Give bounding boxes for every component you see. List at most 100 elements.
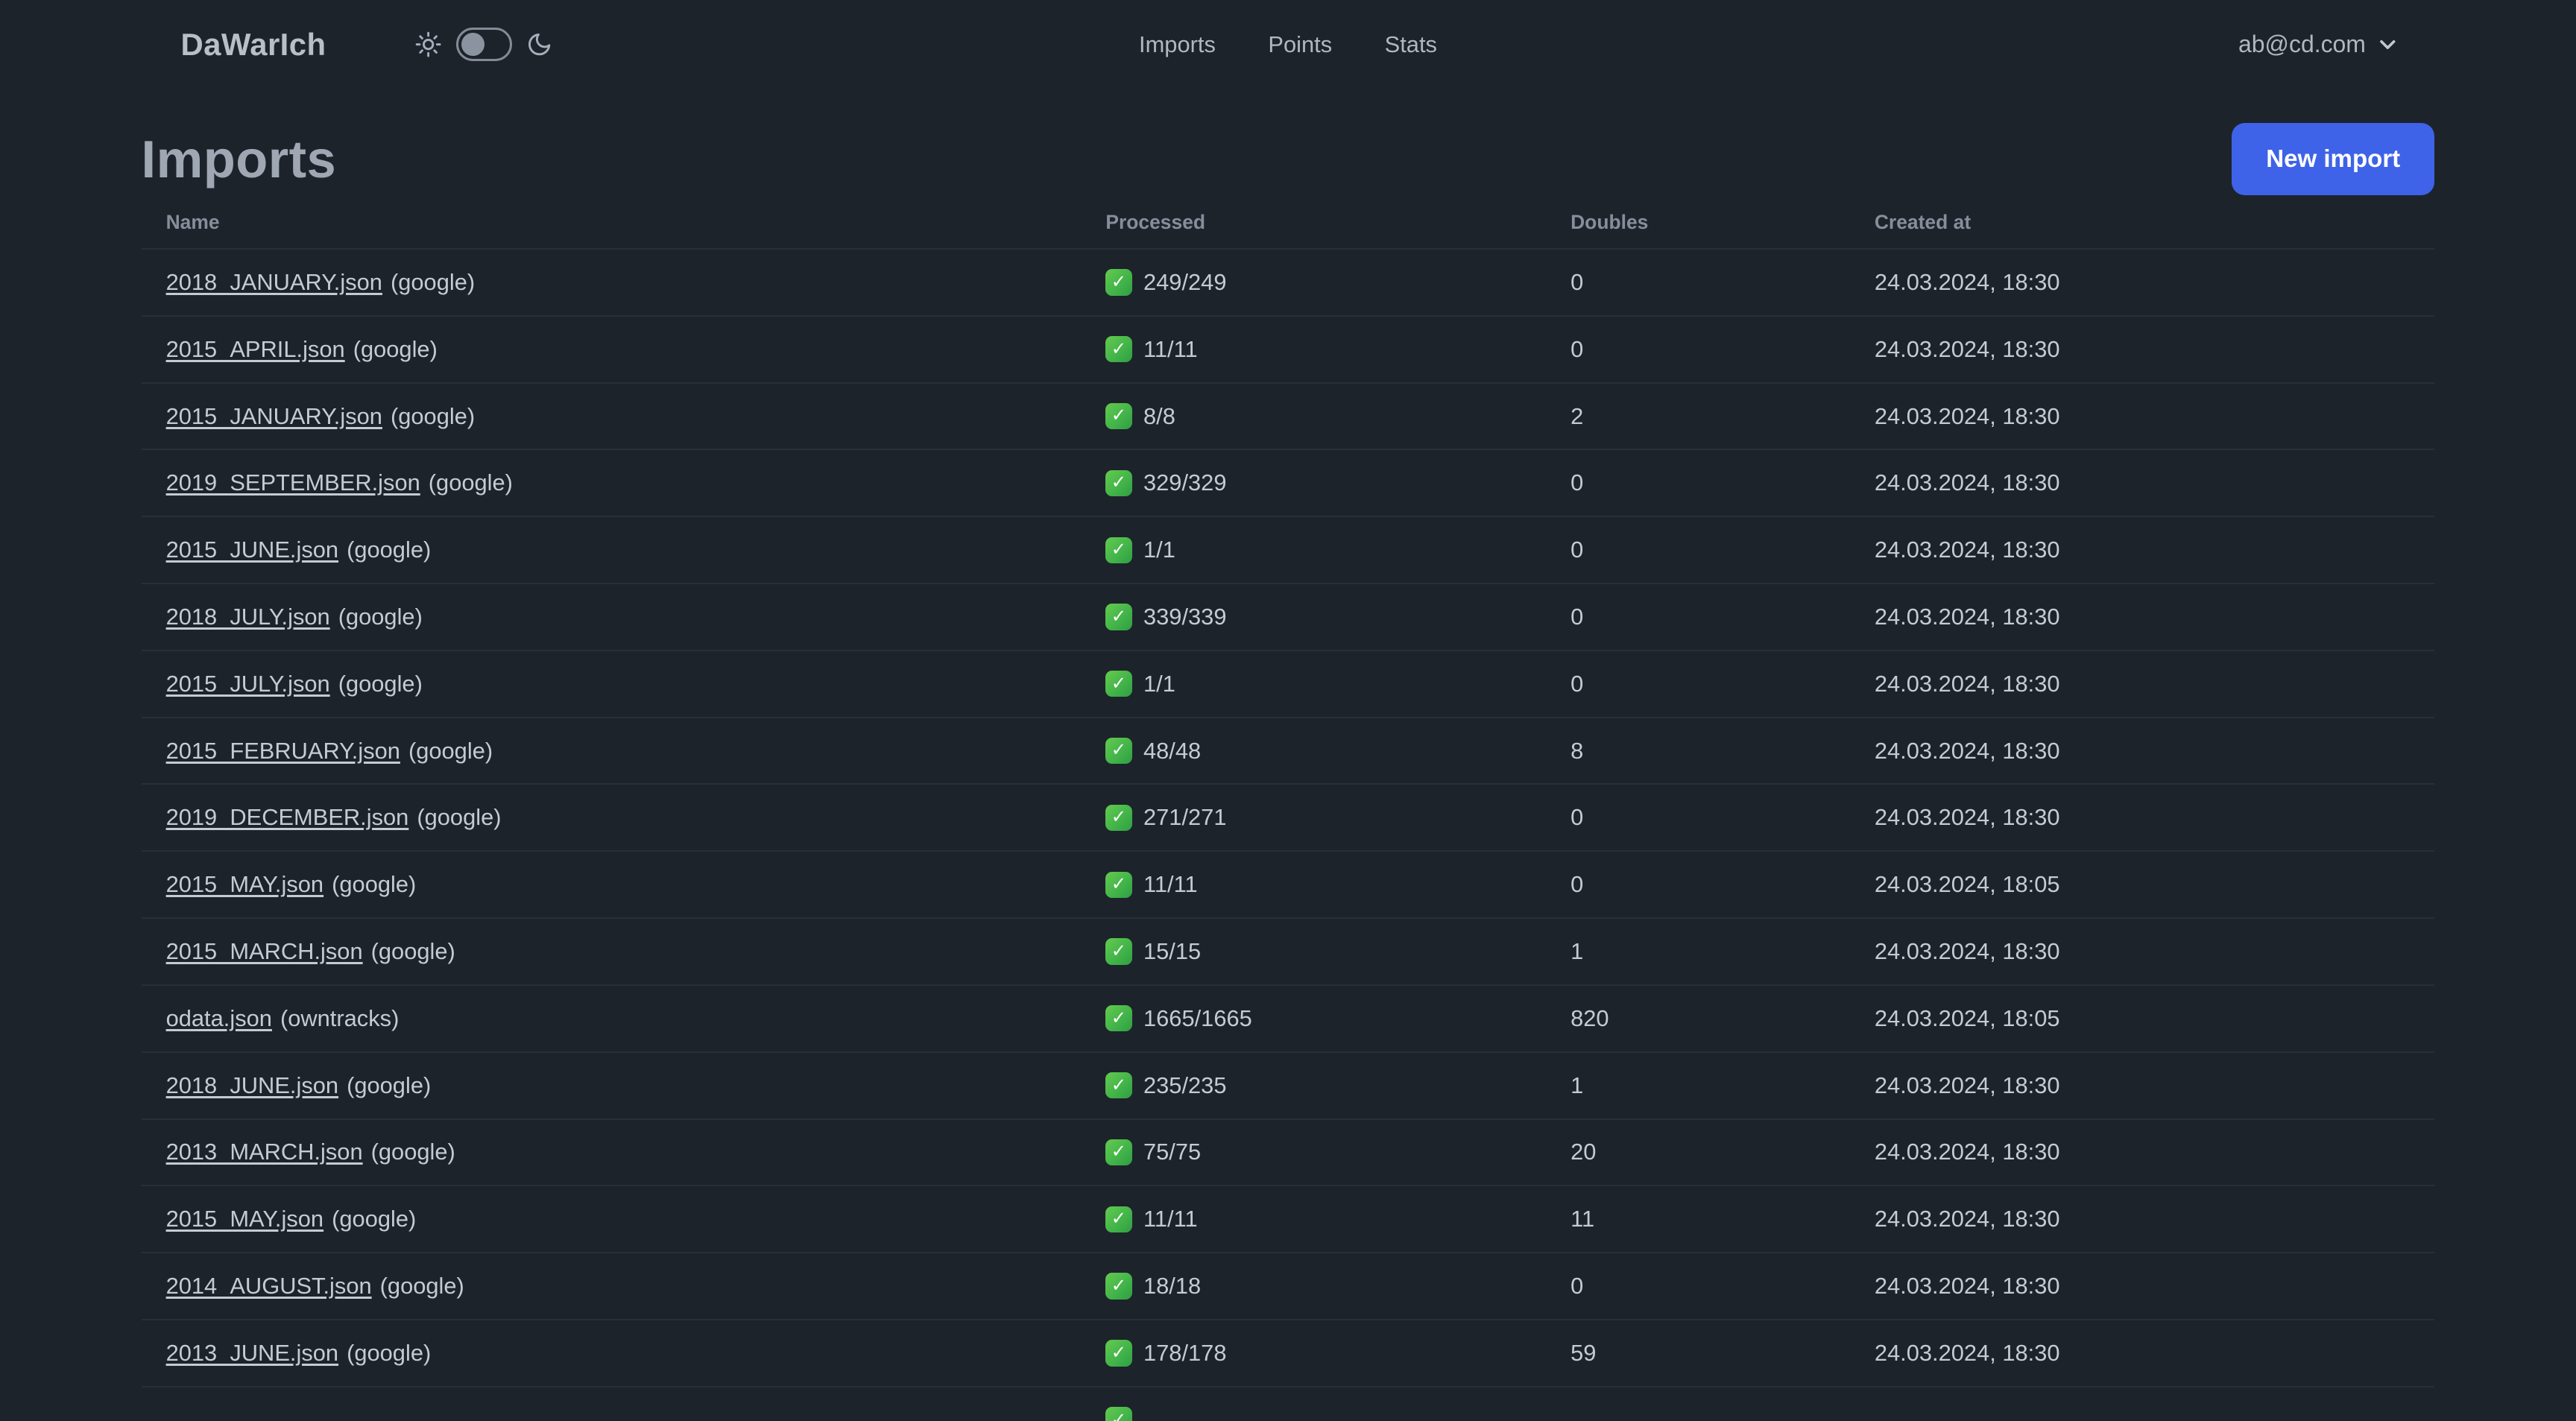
import-file-link[interactable]: 2015_JULY.json xyxy=(166,671,330,697)
import-file-link[interactable]: 2014_AUGUST.json xyxy=(166,1273,372,1299)
processed-cell: ✓ 1665/1665 xyxy=(1105,1005,1570,1032)
created-at-cell: 24.03.2024, 18:30 xyxy=(1874,1339,2060,1366)
user-email: ab@cd.com xyxy=(2238,31,2366,57)
chevron-down-icon xyxy=(2377,34,2399,55)
table-row: 2018_JANUARY.json (google) ✓ 249/249 0 24… xyxy=(141,250,2435,317)
processed-cell: ✓ 249/249 xyxy=(1105,269,1570,296)
processed-count: 178/178 xyxy=(1143,1339,1227,1366)
nav-stats[interactable]: Stats xyxy=(1385,31,1437,58)
new-import-button[interactable]: New import xyxy=(2231,123,2435,196)
processed-cell: ✓ 75/75 xyxy=(1105,1139,1570,1166)
processed-cell: ✓ 11/11 xyxy=(1105,871,1570,898)
import-file-link[interactable]: 2013_JUNE.json xyxy=(166,1340,338,1366)
import-source: (google) xyxy=(347,537,432,563)
table-row: 2013_MARCH.json (google) ✓ 75/75 20 24.03… xyxy=(141,1120,2435,1187)
doubles-cell: 1 xyxy=(1570,938,1584,965)
import-source: (google) xyxy=(370,938,455,965)
main-nav: Imports Points Stats xyxy=(1139,31,1437,58)
table-row: odata.json (owntracks) ✓ 1665/1665 820 24… xyxy=(141,986,2435,1053)
import-file-link[interactable]: 2015_MAY.json xyxy=(166,1206,324,1232)
import-source: (google) xyxy=(408,737,493,764)
column-header-doubles: Doubles xyxy=(1570,211,1649,234)
name-cell: 2013_MARCH.json (google) xyxy=(166,1139,1106,1165)
table-header: Name Processed Doubles Created at xyxy=(141,197,2435,250)
nav-points[interactable]: Points xyxy=(1268,31,1332,58)
name-cell: 2018_JUNE.json (google) xyxy=(166,1072,1106,1099)
import-file-link[interactable]: 2015_JUNE.json xyxy=(166,537,338,563)
table-row: 2015_MAY.json (google) ✓ 11/11 11 24.03.2… xyxy=(141,1186,2435,1254)
import-file-link[interactable]: 2018_JUNE.json xyxy=(166,1072,338,1098)
created-at-cell: 24.03.2024, 18:30 xyxy=(1874,1273,2060,1300)
processed-count: 11/11 xyxy=(1143,1206,1198,1232)
check-icon: ✓ xyxy=(1105,1139,1132,1166)
import-file-link[interactable]: 2018_JANUARY.json xyxy=(166,269,382,295)
table-row: 2018_JUNE.json (google) ✓ 235/235 1 24.03… xyxy=(141,1053,2435,1120)
import-file-link[interactable]: 2015_FEBRUARY.json xyxy=(166,738,400,764)
created-at-cell: 24.03.2024, 18:30 xyxy=(1874,537,2060,563)
doubles-cell: 0 xyxy=(1570,335,1584,362)
processed-cell: ✓ 11/11 xyxy=(1105,1206,1570,1232)
processed-cell: ✓ 1/1 xyxy=(1105,537,1570,563)
processed-count: 339/339 xyxy=(1143,603,1227,630)
import-file-link[interactable]: 2013_MARCH.json xyxy=(166,1139,363,1165)
page-title: Imports xyxy=(141,130,337,189)
name-cell: 2015_JUNE.json (google) xyxy=(166,537,1106,563)
theme-switch-knob xyxy=(461,32,484,56)
name-cell: 2019_DECEMBER.json (google) xyxy=(166,804,1106,831)
doubles-cell: 8 xyxy=(1570,737,1584,764)
processed-cell: ✓ 48/48 xyxy=(1105,738,1570,765)
processed-count: 329/329 xyxy=(1143,469,1227,496)
doubles-cell: 59 xyxy=(1570,1339,1597,1366)
column-header-name: Name xyxy=(165,211,220,234)
name-cell: 2015_FEBRUARY.json (google) xyxy=(166,738,1106,765)
check-icon: ✓ xyxy=(1105,269,1132,296)
check-icon: ✓ xyxy=(1105,1340,1132,1367)
import-file-link[interactable]: 2015_MARCH.json xyxy=(166,938,363,964)
processed-count: 271/271 xyxy=(1143,804,1227,831)
import-file-link[interactable]: 2019_SEPTEMBER.json xyxy=(166,469,420,496)
created-at-cell: 24.03.2024, 18:05 xyxy=(1874,871,2060,898)
processed-cell: ✓ 271/271 xyxy=(1105,804,1570,832)
doubles-cell: 2 xyxy=(1570,402,1584,429)
import-file-link[interactable]: 2018_JULY.json xyxy=(166,604,330,630)
doubles-cell: 20 xyxy=(1570,1139,1597,1165)
processed-cell: ✓ xyxy=(1105,1407,1570,1421)
check-icon: ✓ xyxy=(1105,1072,1132,1099)
table-row: 2015_MAY.json (google) ✓ 11/11 0 24.03.20… xyxy=(141,852,2435,920)
created-at-cell: 24.03.2024, 18:30 xyxy=(1874,737,2060,764)
theme-toggle xyxy=(415,28,553,61)
check-icon: ✓ xyxy=(1105,938,1132,965)
check-icon: ✓ xyxy=(1105,402,1132,430)
user-menu[interactable]: ab@cd.com xyxy=(2238,31,2399,58)
page-head: Imports New import xyxy=(142,121,2435,197)
processed-cell: ✓ 329/329 xyxy=(1105,469,1570,496)
check-icon: ✓ xyxy=(1105,804,1132,832)
nav-imports[interactable]: Imports xyxy=(1139,31,1216,58)
created-at-cell: 24.03.2024, 18:30 xyxy=(1874,804,2060,831)
name-cell: 2015_JANUARY.json (google) xyxy=(166,403,1106,430)
processed-count: 18/18 xyxy=(1143,1273,1202,1300)
processed-cell: ✓ 1/1 xyxy=(1105,671,1570,697)
table-row: 2015_JANUARY.json (google) ✓ 8/8 2 24.03.… xyxy=(141,384,2435,451)
theme-switch[interactable] xyxy=(455,28,512,61)
app-logo[interactable]: DaWarIch xyxy=(180,27,326,63)
table-body: 2018_JANUARY.json (google) ✓ 249/249 0 24… xyxy=(141,250,2435,1421)
processed-count: 8/8 xyxy=(1143,402,1175,429)
table-row: 2015_JULY.json (google) ✓ 1/1 0 24.03.202… xyxy=(141,651,2435,718)
processed-count: 235/235 xyxy=(1143,1072,1227,1098)
check-icon: ✓ xyxy=(1105,537,1132,563)
import-file-link[interactable]: 2019_DECEMBER.json xyxy=(166,804,409,830)
processed-cell: ✓ 8/8 xyxy=(1105,403,1570,430)
processed-count: 11/11 xyxy=(1143,335,1198,362)
import-file-link[interactable]: odata.json xyxy=(166,1005,272,1031)
import-source: (google) xyxy=(370,1139,455,1165)
import-file-link[interactable]: 2015_MAY.json xyxy=(166,871,324,897)
import-file-link[interactable]: 2015_JANUARY.json xyxy=(166,403,382,429)
processed-cell: ✓ 18/18 xyxy=(1105,1273,1570,1300)
import-source: (google) xyxy=(347,1339,432,1366)
created-at-cell: 24.03.2024, 18:30 xyxy=(1874,1072,2060,1098)
processed-cell: ✓ 178/178 xyxy=(1105,1340,1570,1367)
name-cell: odata.json (owntracks) xyxy=(166,1005,1106,1032)
import-file-link[interactable]: 2015_APRIL.json xyxy=(166,336,345,362)
doubles-cell: 0 xyxy=(1570,871,1584,898)
